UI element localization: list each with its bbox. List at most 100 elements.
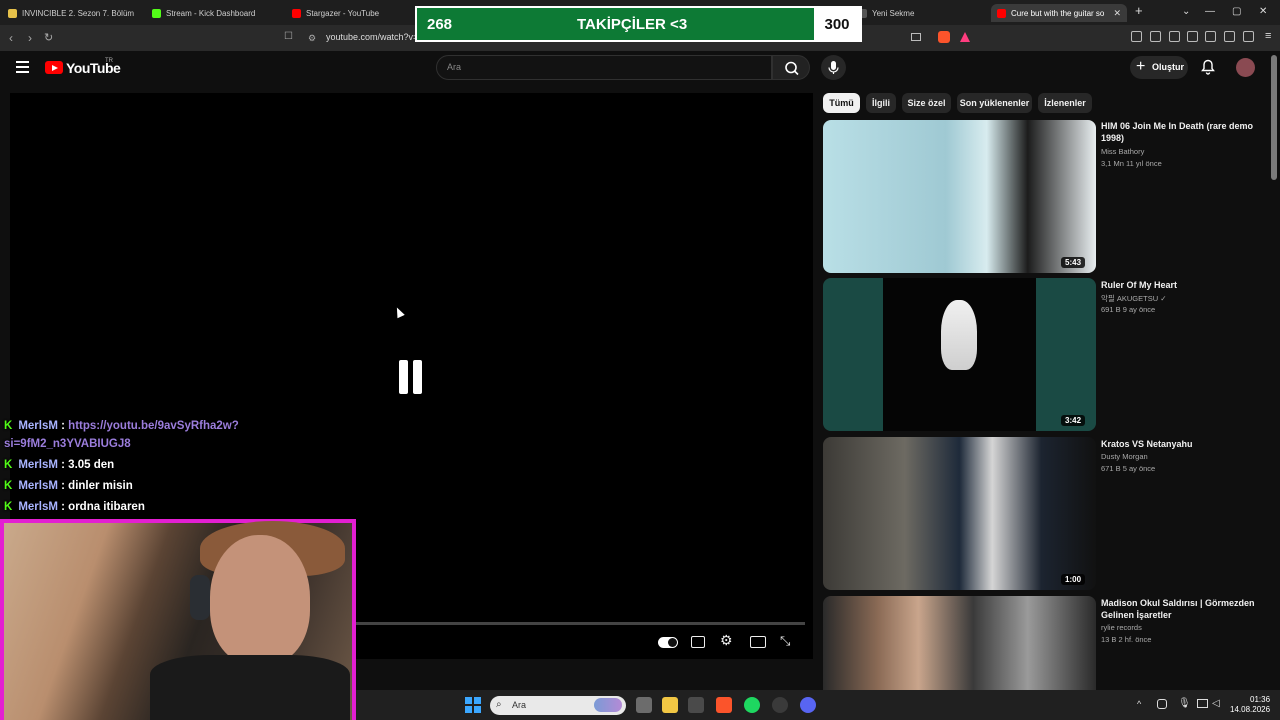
media-icon[interactable] [1169, 31, 1180, 42]
progress-bar[interactable] [355, 622, 805, 625]
windows-icon[interactable] [465, 697, 481, 713]
discord-icon[interactable] [800, 697, 816, 713]
back-icon[interactable]: ‹ [9, 31, 13, 45]
bell-icon[interactable] [1201, 59, 1215, 75]
follower-goal-overlay: 268 TAKİPÇİLER <3 300 [415, 6, 862, 42]
search-button[interactable] [772, 55, 810, 80]
chat-username: MerlsM [18, 480, 58, 492]
clock-date: 14.08.2026 [1230, 705, 1271, 714]
video-channel[interactable]: 악필 AKUGETSU ✓ [1101, 293, 1167, 304]
webcam-person-shirt [150, 655, 350, 720]
close-tab-icon[interactable]: ✕ [1113, 8, 1121, 19]
video-channel[interactable]: Miss Bathory [1101, 147, 1144, 156]
spotify-icon[interactable] [744, 697, 760, 713]
video-age: 2 hf. önce [1118, 635, 1152, 644]
chip-recent[interactable]: Son yüklenenler [957, 93, 1032, 113]
theater-icon[interactable] [750, 636, 766, 648]
site-info-icon[interactable]: ⚙ [308, 33, 316, 44]
new-tab-button[interactable]: + [1135, 3, 1143, 18]
tab-kick-dashboard[interactable]: Stream - Kick Dashboard [152, 4, 280, 22]
video-thumbnail[interactable] [823, 120, 1096, 273]
chat-link-continuation[interactable]: si=9fM2_n3YVABIUGJ8 [4, 438, 131, 450]
brave-rewards-icon[interactable] [960, 32, 970, 42]
autoplay-toggle[interactable] [658, 637, 678, 648]
page-scrollbar[interactable] [1271, 55, 1277, 180]
video-title[interactable]: HIM 06 Join Me In Death (rare demo 1998) [1101, 120, 1271, 144]
display-icon[interactable] [1197, 699, 1208, 708]
taskbar-clock[interactable]: 01:36 14.08.2026 [1230, 695, 1270, 715]
follower-count: 268 [427, 16, 453, 33]
settings-icon[interactable]: ⚙ [720, 632, 733, 649]
minimize-button[interactable]: — [1205, 6, 1215, 17]
video-thumbnail[interactable] [823, 437, 1096, 590]
video-thumbnail[interactable] [823, 596, 1096, 690]
chip-for-you[interactable]: Size özel [902, 93, 951, 113]
chip-watched[interactable]: İzlenenler [1038, 93, 1092, 113]
region-code: TR [105, 58, 113, 64]
url-field[interactable]: youtube.com/watch?v= [326, 32, 418, 42]
search-input[interactable]: Ara [436, 55, 772, 80]
tray-chevron-icon[interactable]: ^ [1137, 699, 1141, 709]
video-age: 5 ay önce [1122, 464, 1156, 473]
pause-icon[interactable] [397, 360, 425, 394]
chip-all[interactable]: Tümü [823, 93, 860, 113]
cast-icon[interactable] [911, 33, 921, 41]
task-view-icon[interactable] [636, 697, 652, 713]
chat-text: 3.05 den [68, 459, 115, 471]
leo-ai-icon[interactable] [1224, 31, 1235, 42]
tab-invincible[interactable]: INVINCIBLE 2. Sezon 7. Bölüm izle [8, 4, 134, 22]
chat-separator: : [57, 501, 69, 513]
fullscreen-icon[interactable]: ⤡ [780, 633, 790, 649]
volume-icon[interactable]: ◁ [1212, 698, 1220, 709]
file-explorer-icon[interactable] [662, 697, 678, 713]
chip-related[interactable]: İlgili [866, 93, 896, 113]
chat-username: MerlsM [18, 420, 58, 432]
video-age: 9 ay önce [1122, 305, 1156, 314]
video-views: 13 B [1101, 635, 1117, 644]
mic-tray-icon[interactable]: 🎙 [1178, 698, 1191, 709]
reload-icon[interactable]: ↻ [44, 31, 53, 44]
chat-message-continuation: si=9fM2_n3YVABIUGJ8 [4, 438, 131, 450]
download-icon[interactable] [1150, 31, 1161, 42]
close-window-button[interactable]: ✕ [1259, 6, 1267, 17]
voice-search-button[interactable] [821, 55, 846, 80]
thumbnail-lamp-shape [941, 300, 977, 370]
video-title[interactable]: Kratos VS Netanyahu [1101, 438, 1271, 450]
avatar[interactable] [1236, 58, 1255, 77]
youtube-logo-icon[interactable] [45, 61, 63, 74]
video-title[interactable]: Madison Okul Saldırısı | Görmezden Gelin… [1101, 597, 1271, 621]
store-icon[interactable] [688, 697, 704, 713]
vpn-icon[interactable] [1243, 31, 1254, 42]
chat-text: ordna itibaren [68, 501, 145, 513]
obs-icon[interactable] [772, 697, 788, 713]
chat-link[interactable]: https://youtu.be/9avSyRfha2w? [68, 420, 239, 432]
clock-time: 01:36 [1250, 695, 1271, 704]
extension-icon[interactable] [1131, 31, 1142, 42]
tab-title: Yeni Sekme [872, 8, 915, 18]
forward-icon[interactable]: › [28, 31, 32, 45]
bookmark-icon[interactable]: ☐ [284, 31, 293, 42]
sidebar-icon[interactable] [1187, 31, 1198, 42]
chat-separator: : [57, 459, 69, 471]
video-channel[interactable]: Dusty Morgan [1101, 452, 1148, 461]
maximize-button[interactable]: ▢ [1232, 6, 1241, 17]
tab-active-youtube[interactable]: Cure but with the guitar solo ✕ [991, 4, 1127, 22]
video-title[interactable]: Ruler Of My Heart [1101, 279, 1271, 291]
wallet-icon[interactable] [1205, 31, 1216, 42]
tray-app-icon[interactable] [1157, 699, 1167, 709]
hamburger-icon[interactable] [16, 61, 29, 73]
brave-shield-icon[interactable] [938, 31, 950, 43]
subtitles-icon[interactable] [691, 636, 705, 648]
mic-icon [828, 61, 839, 74]
video-duration: 1:00 [1061, 574, 1086, 585]
video-meta: 671 B 5 ay önce [1101, 464, 1155, 473]
tab-new-tab[interactable]: Yeni Sekme [858, 4, 978, 22]
brave-browser-icon[interactable] [716, 697, 732, 713]
browser-menu-icon[interactable]: ≡ [1265, 30, 1271, 42]
tab-list-chevron-icon[interactable]: ⌄ [1182, 6, 1190, 17]
tab-stargazer[interactable]: Stargazer - YouTube [292, 4, 410, 22]
follower-goal: 300 [814, 8, 860, 40]
kick-icon: K [4, 480, 13, 492]
video-channel[interactable]: rylie records [1101, 623, 1142, 632]
video-views: 3,1 Mn [1101, 159, 1124, 168]
